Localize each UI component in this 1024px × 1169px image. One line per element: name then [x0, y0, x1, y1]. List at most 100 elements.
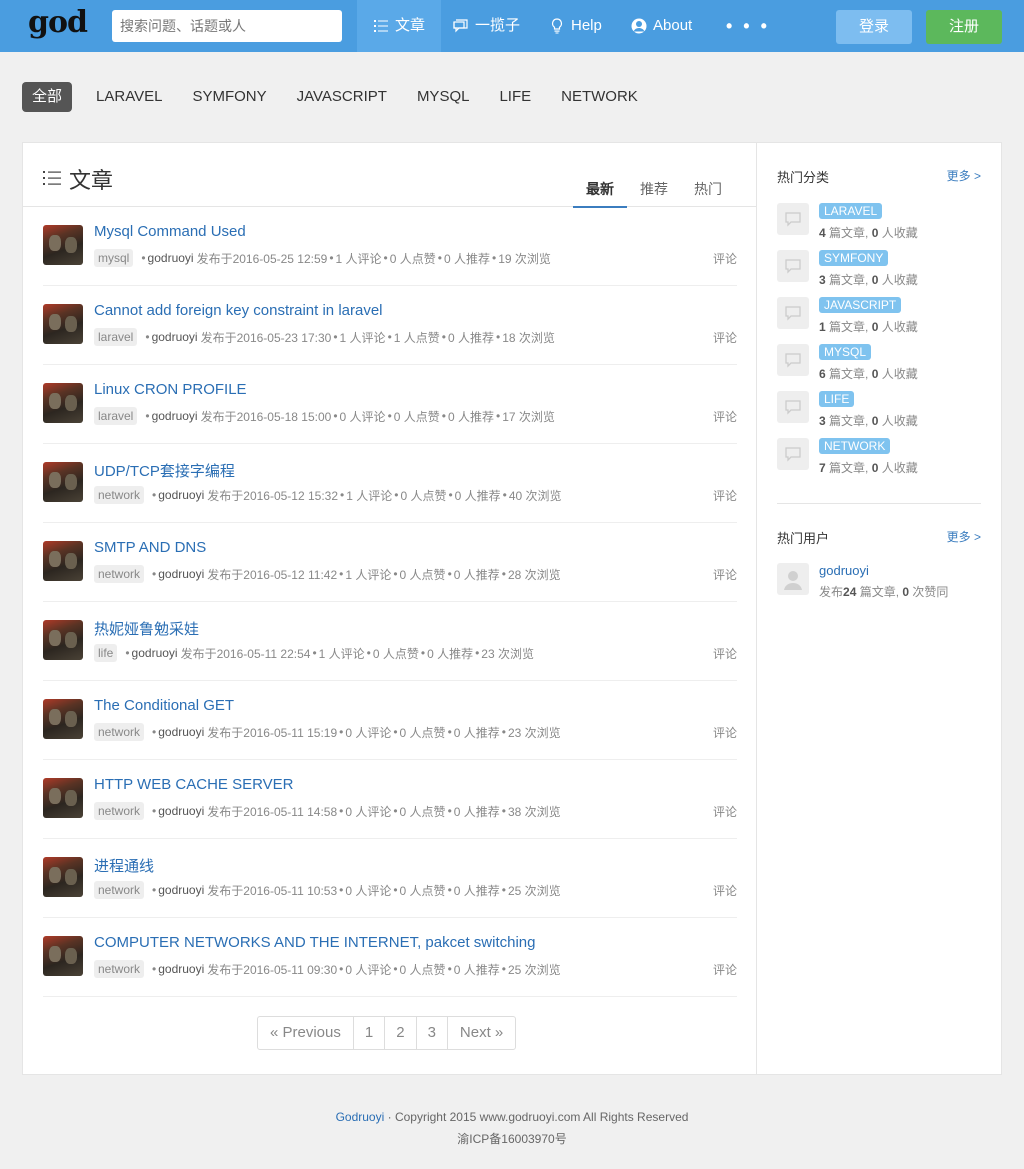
- article-title-link[interactable]: UDP/TCP套接字编程: [94, 460, 235, 481]
- article-author[interactable]: godruoyi: [158, 725, 204, 739]
- nav-help[interactable]: Help: [533, 0, 618, 52]
- comment-bubble-icon: [777, 438, 809, 470]
- user-circle-icon: [631, 18, 647, 34]
- article-date: 发布于2016-05-23 17:30: [200, 330, 332, 345]
- avatar[interactable]: [777, 563, 809, 595]
- article-tag[interactable]: network: [94, 723, 145, 741]
- article-title-link[interactable]: SMTP AND DNS: [94, 539, 206, 556]
- article-title-link[interactable]: COMPUTER NETWORKS AND THE INTERNET, pakc…: [94, 934, 535, 951]
- bullet-separator: •: [491, 251, 497, 265]
- article-author[interactable]: godruoyi: [152, 330, 198, 344]
- bullet-separator: •: [475, 646, 480, 660]
- article-title-link[interactable]: 热妮娅鲁勉采娃: [94, 618, 199, 639]
- article-author[interactable]: godruoyi: [132, 646, 178, 660]
- hot-user-name[interactable]: godruoyi: [819, 563, 869, 578]
- category-network[interactable]: NETWORK: [547, 82, 652, 112]
- article-author[interactable]: godruoyi: [158, 883, 204, 897]
- avatar[interactable]: [43, 462, 83, 502]
- pagination-next[interactable]: Next »: [448, 1017, 515, 1049]
- avatar[interactable]: [43, 699, 83, 739]
- article-comment-link[interactable]: 评论: [713, 329, 737, 346]
- hot-category-article-unit: 篇文章,: [825, 367, 872, 381]
- article-item: UDP/TCP套接字编程 network • godruoyi 发布于2016-05-1…: [43, 444, 737, 523]
- article-comment-link[interactable]: 评论: [713, 487, 737, 504]
- article-title-link[interactable]: 进程通线: [94, 855, 154, 876]
- article-comment-link[interactable]: 评论: [713, 408, 737, 425]
- article-title-link[interactable]: Cannot add foreign key constraint in lar…: [94, 302, 383, 319]
- article-author[interactable]: godruoyi: [158, 567, 204, 581]
- category-life[interactable]: LIFE: [485, 82, 545, 112]
- article-tag[interactable]: network: [94, 881, 145, 899]
- category-mysql[interactable]: MYSQL: [403, 82, 484, 112]
- bullet-separator: •: [447, 567, 452, 581]
- article-title-link[interactable]: Mysql Command Used: [94, 223, 246, 240]
- article-author[interactable]: godruoyi: [158, 804, 204, 818]
- hot-category-name[interactable]: SYMFONY: [819, 250, 889, 266]
- article-title-link[interactable]: HTTP WEB CACHE SERVER: [94, 776, 293, 793]
- avatar[interactable]: [43, 857, 83, 897]
- avatar[interactable]: [43, 225, 83, 265]
- category-laravel[interactable]: LARAVEL: [82, 82, 176, 112]
- article-comment-link[interactable]: 评论: [713, 961, 737, 978]
- login-button[interactable]: 登录: [836, 10, 912, 44]
- pagination-page-2[interactable]: 2: [385, 1017, 417, 1049]
- article-author[interactable]: godruoyi: [158, 962, 204, 976]
- article-tag[interactable]: network: [94, 802, 145, 820]
- hot-users-more-link[interactable]: 更多 >: [947, 528, 981, 547]
- hot-category-name[interactable]: NETWORK: [819, 438, 891, 454]
- article-tag[interactable]: mysql: [94, 249, 134, 267]
- category-symfony[interactable]: SYMFONY: [178, 82, 280, 112]
- avatar[interactable]: [43, 778, 83, 818]
- article-title-link[interactable]: Linux CRON PROFILE: [94, 381, 247, 398]
- article-tag[interactable]: network: [94, 486, 145, 504]
- article-tag[interactable]: network: [94, 565, 145, 583]
- article-comment-link[interactable]: 评论: [713, 645, 737, 662]
- article-author[interactable]: godruoyi: [158, 488, 204, 502]
- site-logo[interactable]: god: [28, 5, 88, 40]
- bullet-separator: •: [387, 330, 392, 344]
- nav-about[interactable]: About: [615, 0, 708, 52]
- pagination-page-3[interactable]: 3: [417, 1017, 448, 1049]
- avatar[interactable]: [43, 936, 83, 976]
- article-likes-count: 0 人点赞: [372, 646, 419, 661]
- category-javascript[interactable]: JAVASCRIPT: [283, 82, 401, 112]
- hot-user-item[interactable]: godruoyi 发布24 篇文章, 0 次赞同: [777, 563, 981, 603]
- article-recommend-count: 0 人推荐: [453, 567, 500, 582]
- hot-category-name[interactable]: MYSQL: [819, 344, 872, 360]
- article-comment-link[interactable]: 评论: [713, 566, 737, 583]
- avatar[interactable]: [43, 541, 83, 581]
- hot-category-name[interactable]: LIFE: [819, 391, 855, 407]
- article-tag[interactable]: network: [94, 960, 145, 978]
- article-author[interactable]: godruoyi: [152, 409, 198, 423]
- article-tag[interactable]: laravel: [94, 407, 138, 425]
- tab-recommended[interactable]: 推荐: [627, 175, 681, 208]
- hot-category-article-unit: 篇文章,: [825, 461, 872, 475]
- nav-articles[interactable]: 文章: [357, 0, 442, 52]
- pagination-previous[interactable]: « Previous: [258, 1017, 354, 1049]
- article-comment-link[interactable]: 评论: [713, 724, 737, 741]
- nav-bundle[interactable]: 一揽子: [437, 0, 536, 52]
- register-button[interactable]: 注册: [926, 10, 1002, 44]
- category-all[interactable]: 全部: [22, 82, 73, 112]
- article-tag[interactable]: life: [94, 644, 118, 662]
- article-title-link[interactable]: The Conditional GET: [94, 697, 234, 714]
- hot-category-name[interactable]: JAVASCRIPT: [819, 297, 902, 313]
- search-input[interactable]: [112, 10, 342, 42]
- tab-latest[interactable]: 最新: [573, 175, 627, 208]
- article-author[interactable]: godruoyi: [148, 251, 194, 265]
- article-tag[interactable]: laravel: [94, 328, 138, 346]
- avatar[interactable]: [43, 620, 83, 660]
- tab-hot[interactable]: 热门: [681, 175, 735, 208]
- hot-categories-more-link[interactable]: 更多 >: [947, 167, 981, 186]
- article-comment-link[interactable]: 评论: [713, 250, 737, 267]
- article-comment-link[interactable]: 评论: [713, 803, 737, 820]
- comment-bubble-icon: [777, 297, 809, 329]
- hot-category-name[interactable]: LARAVEL: [819, 203, 883, 219]
- footer-brand-link[interactable]: Godruoyi: [336, 1110, 385, 1124]
- avatar[interactable]: [43, 383, 83, 423]
- hot-user-prefix: 发布: [819, 585, 844, 599]
- nav-more-button[interactable]: • • •: [710, 0, 786, 52]
- avatar[interactable]: [43, 304, 83, 344]
- pagination-page-1[interactable]: 1: [354, 1017, 386, 1049]
- article-comment-link[interactable]: 评论: [713, 882, 737, 899]
